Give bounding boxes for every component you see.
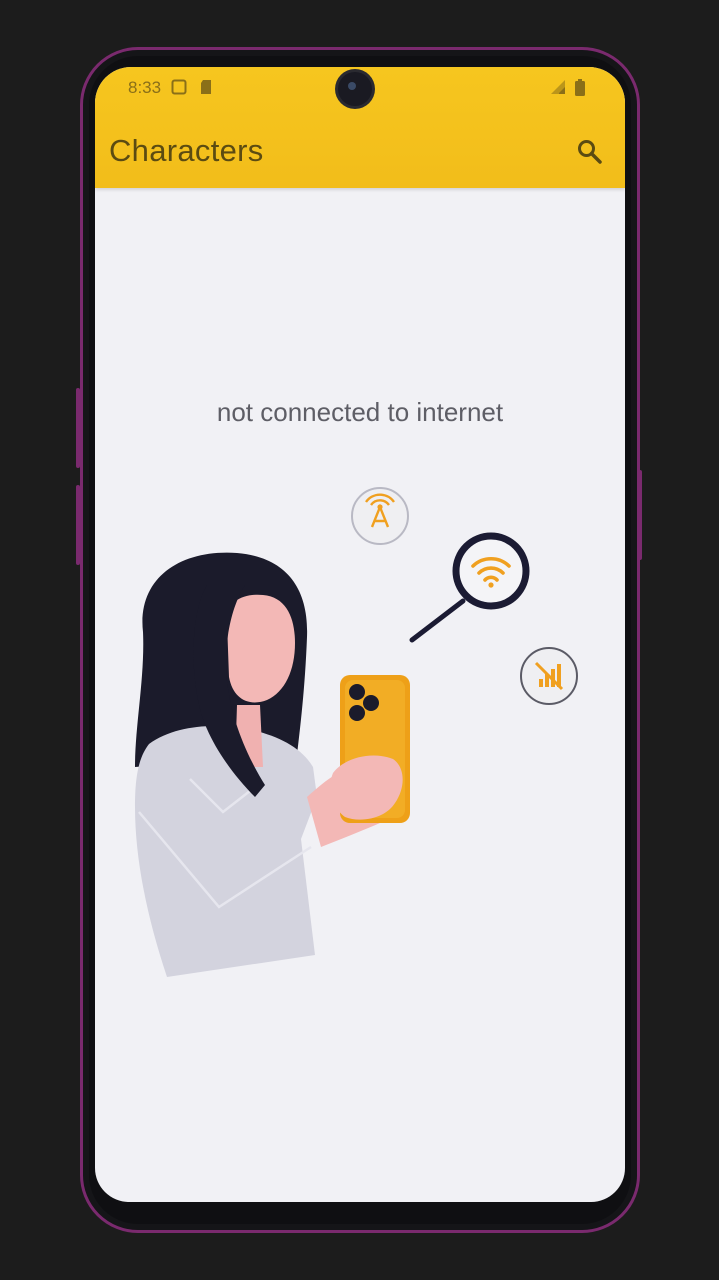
screenshot-notification-icon <box>171 79 187 95</box>
no-signal-icon <box>520 647 578 705</box>
front-camera <box>338 72 372 106</box>
power-button <box>76 485 80 565</box>
search-icon[interactable] <box>575 137 605 167</box>
signal-icon <box>551 80 565 94</box>
screen: 8:33 Characters not connected to interne… <box>95 67 625 1202</box>
no-internet-illustration <box>135 487 578 977</box>
battery-icon <box>575 79 585 96</box>
side-button-right <box>638 470 642 560</box>
cell-tower-icon <box>351 487 409 545</box>
volume-button <box>76 388 80 468</box>
wifi-magnifier-icon <box>409 532 530 643</box>
status-time: 8:33 <box>128 78 162 97</box>
device-stage: 8:33 Characters not connected to interne… <box>0 0 719 1280</box>
no-connection-message: not connected to internet <box>216 397 504 427</box>
page-title: Characters <box>109 133 264 168</box>
app-bar: 8:33 Characters <box>95 67 625 188</box>
status-bar: 8:33 <box>95 67 625 111</box>
sd-card-icon <box>201 80 211 94</box>
